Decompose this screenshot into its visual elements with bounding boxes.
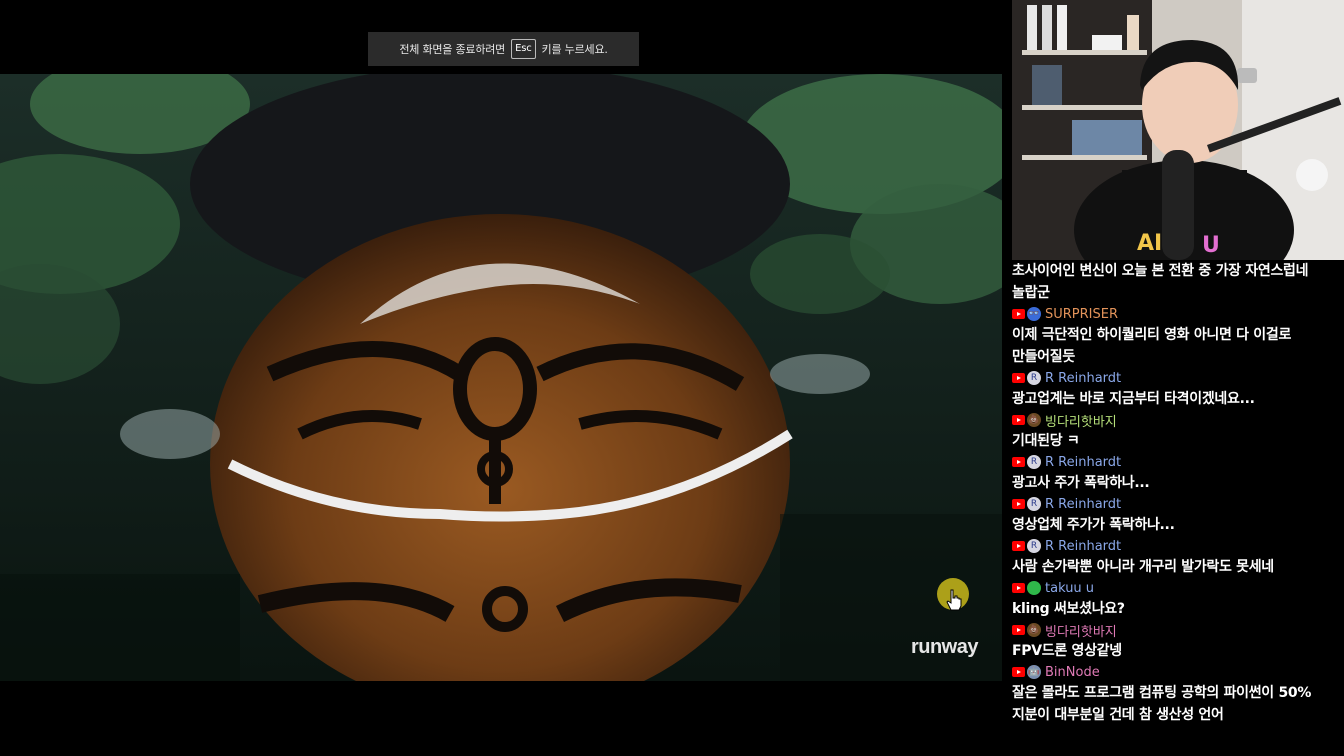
- chat-author-name: BinNode: [1045, 664, 1100, 680]
- chat-author-name: SURPRISER: [1045, 306, 1119, 322]
- youtube-icon: [1012, 625, 1025, 635]
- chat-message-text: 영상업체 주가가 폭락하나...: [1012, 517, 1175, 533]
- chat-author-name: 빙다리핫바지: [1045, 414, 1117, 430]
- chat-message-text: kling 써보셨나요?: [1012, 601, 1125, 617]
- svg-text:U: U: [1202, 233, 1220, 258]
- chat-message: R R Reinhardt 영상업체 주가가 폭락하나...: [1012, 494, 1344, 536]
- video-frame: [0, 74, 1002, 681]
- youtube-icon: [1012, 373, 1025, 383]
- chat-author-name: R Reinhardt: [1045, 454, 1122, 470]
- live-chat: 초사이어인 변신이 오늘 본 전환 중 가장 자연스럽네 놀랍군 👓 SURPR…: [1012, 260, 1344, 756]
- user-avatar: R: [1027, 455, 1041, 469]
- chat-author-name: takuu u: [1045, 580, 1095, 596]
- fullscreen-notice-text-after: 키를 누르세요.: [541, 43, 608, 56]
- chat-author-name: R Reinhardt: [1045, 538, 1122, 554]
- youtube-icon: [1012, 541, 1025, 551]
- chat-author-name: 빙다리핫바지: [1045, 624, 1117, 640]
- chat-message: 초사이어인 변신이 오늘 본 전환 중 가장 자연스럽네 놀랍군: [1012, 260, 1344, 304]
- youtube-icon: [1012, 499, 1025, 509]
- chat-message-text: 사람 손가락뿐 아니라 개구리 발가락도 못세네: [1012, 559, 1274, 575]
- chat-message-text: 초사이어인 변신이 오늘 본 전환 중 가장 자연스럽네 놀랍군: [1012, 263, 1309, 301]
- chat-message-text: 이제 극단적인 하이퀄리티 영화 아니면 다 이걸로 만들어질듯: [1012, 327, 1292, 365]
- webcam-frame: AI U: [1012, 0, 1344, 260]
- chat-message: R R Reinhardt 광고사 주가 폭락하나...: [1012, 452, 1344, 494]
- chat-message: takuu u kling 써보셨나요?: [1012, 578, 1344, 620]
- youtube-icon: [1012, 457, 1025, 467]
- youtube-icon: [1012, 415, 1025, 425]
- chat-message: 💩 빙다리핫바지 기대된당 ㅋ: [1012, 410, 1344, 452]
- chat-message-text: FPV드론 영상같넹: [1012, 643, 1122, 659]
- user-avatar: 💩: [1027, 413, 1041, 427]
- chat-message: 👓 SURPRISER 이제 극단적인 하이퀄리티 영화 아니면 다 이걸로 만…: [1012, 304, 1344, 368]
- streamer-webcam: AI U: [1012, 0, 1344, 260]
- fullscreen-exit-notice: 전체 화면을 종료하려면 Esc 키를 누르세요.: [368, 32, 639, 66]
- video-player[interactable]: runway: [0, 74, 1002, 681]
- user-avatar: R: [1027, 497, 1041, 511]
- chat-message: 💩 빙다리핫바지 FPV드론 영상같넹: [1012, 620, 1344, 662]
- user-avatar: R: [1027, 539, 1041, 553]
- svg-text:AI: AI: [1137, 231, 1162, 256]
- chat-message-text: 광고업계는 바로 지금부터 타격이겠네요...: [1012, 391, 1255, 407]
- esc-key-badge: Esc: [511, 39, 536, 59]
- video-watermark: runway: [910, 636, 979, 658]
- chat-author-name: R Reinhardt: [1045, 370, 1122, 386]
- youtube-icon: [1012, 309, 1025, 319]
- chat-message: R R Reinhardt 광고업계는 바로 지금부터 타격이겠네요...: [1012, 368, 1344, 410]
- user-avatar: 👓: [1027, 307, 1041, 321]
- chat-message-text: 광고사 주가 폭락하나...: [1012, 475, 1150, 491]
- chat-message: 🤖 BinNode 잘은 몰라도 프로그램 컴퓨팅 공학의 파이썬이 50% 지…: [1012, 662, 1344, 726]
- user-avatar: 🤖: [1027, 665, 1041, 679]
- fullscreen-notice-text-before: 전체 화면을 종료하려면: [399, 43, 506, 56]
- user-avatar: 💩: [1027, 623, 1041, 637]
- user-avatar: [1027, 581, 1041, 595]
- chat-message: R R Reinhardt 사람 손가락뿐 아니라 개구리 발가락도 못세네: [1012, 536, 1344, 578]
- youtube-icon: [1012, 583, 1025, 593]
- youtube-icon: [1012, 667, 1025, 677]
- chat-author-name: R Reinhardt: [1045, 496, 1122, 512]
- user-avatar: R: [1027, 371, 1041, 385]
- chat-message-text: 잘은 몰라도 프로그램 컴퓨팅 공학의 파이썬이 50% 지분이 대부분일 건데…: [1012, 685, 1312, 723]
- hand-cursor-icon: [946, 589, 962, 611]
- chat-message-text: 기대된당 ㅋ: [1012, 433, 1080, 449]
